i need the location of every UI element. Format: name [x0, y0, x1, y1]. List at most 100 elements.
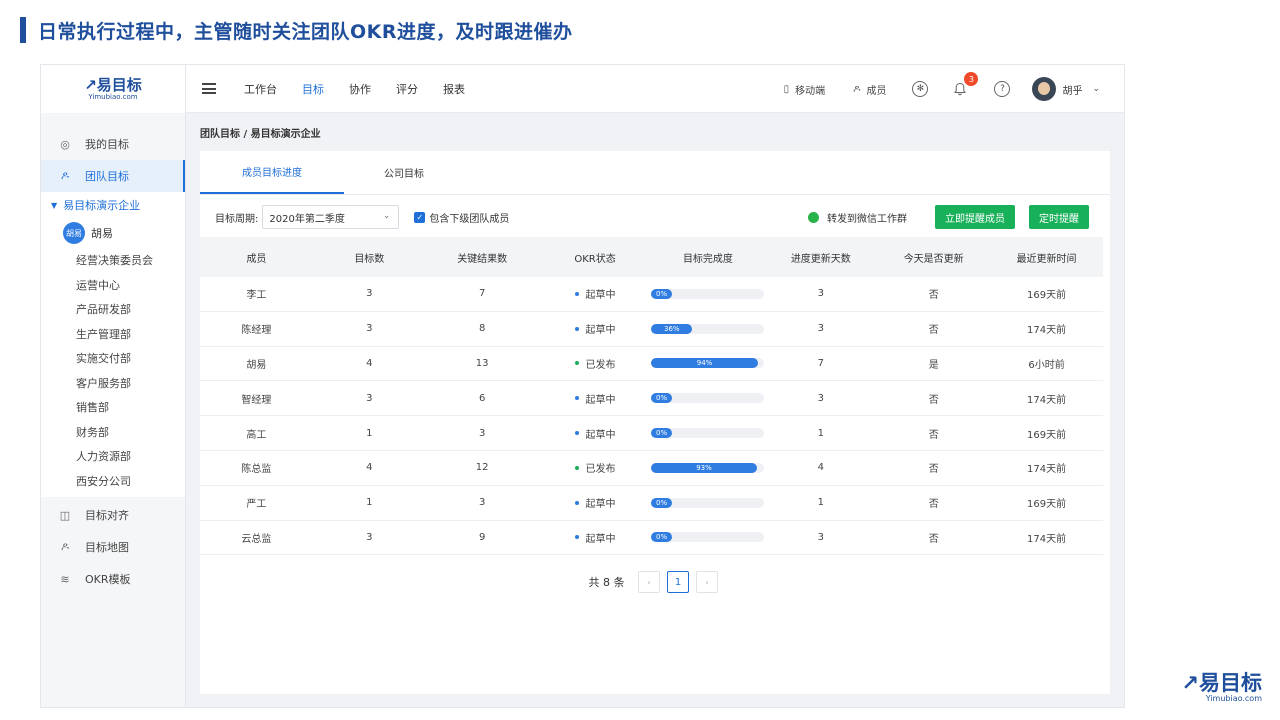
help-icon[interactable]: ? — [994, 81, 1011, 97]
cell-completion: 0% — [651, 497, 765, 508]
progress-fill: 93% — [651, 462, 757, 473]
next-page-button[interactable]: › — [696, 571, 718, 593]
aperture-icon[interactable]: ✻ — [912, 81, 929, 97]
status-text: 起草中 — [585, 325, 616, 337]
tree-root-label: 易目标演示企业 — [63, 199, 141, 212]
tab-company-goals[interactable]: 公司目标 — [344, 150, 464, 194]
col-header: 关键结果数 — [457, 253, 508, 265]
corner-logo-subtext: Yimubiao.com — [1205, 694, 1262, 703]
caret-down-icon[interactable]: ▼ — [51, 201, 57, 210]
dept-item[interactable]: 经营决策委员会 — [41, 248, 185, 273]
table-row[interactable]: 高工 1 3 起草中 0% 1 否 169天前 — [200, 416, 1103, 451]
corner-logo: ↗易目标 Yimubiao.com — [1181, 672, 1262, 704]
cell-member: 陈总监 — [241, 464, 272, 476]
include-subteams-label[interactable]: 包含下级团队成员 — [429, 210, 509, 225]
total-count: 共 8 条 — [588, 576, 625, 589]
tree-root-company[interactable]: ▼ 易目标演示企业 — [41, 192, 185, 218]
sidebar-item-label: OKR模板 — [85, 573, 131, 586]
members-link[interactable]: ዶ 成员 — [853, 82, 886, 97]
schedule-remind-button[interactable]: 定时提醒 — [1029, 205, 1089, 229]
page-button[interactable]: 1 — [667, 571, 689, 593]
pagination: 共 8 条 ‹ 1 › — [200, 571, 1110, 593]
cell-update-days: 1 — [817, 497, 825, 509]
status-text: 起草中 — [585, 394, 616, 406]
table-row[interactable]: 云总监 3 9 起草中 0% 3 否 174天前 — [200, 521, 1103, 556]
dept-item[interactable]: 实施交付部 — [41, 346, 185, 371]
target-icon: ◎ — [60, 137, 70, 151]
cell-okr-status: 起草中 — [539, 391, 652, 406]
prev-page-button[interactable]: ‹ — [638, 571, 660, 593]
cell-last-update: 169天前 — [1027, 429, 1067, 441]
chevron-down-icon: ⌄ — [382, 211, 391, 221]
col-header: 目标数 — [354, 253, 385, 265]
cell-okr-status: 起草中 — [539, 530, 652, 545]
dept-item[interactable]: 人力资源部 — [41, 444, 185, 469]
dept-item[interactable]: 运营中心 — [41, 273, 185, 298]
map-icon: ዶ — [60, 540, 70, 553]
cell-updated-today: 否 — [928, 429, 939, 441]
wechat-label: 转发到微信工作群 — [827, 213, 907, 225]
include-subteams-checkbox[interactable]: ✓ — [414, 211, 426, 223]
progress-bar: 93% — [651, 462, 765, 473]
main-card: 成员目标进度 公司目标 目标周期: 2020年第二季度 ⌄ ✓ 包含下级团队成员… — [200, 151, 1110, 694]
sidebar-item-okr-template[interactable]: ≋ OKR模板 — [41, 563, 185, 595]
table-row[interactable]: 智经理 3 6 起草中 0% 3 否 174天前 — [200, 381, 1103, 417]
sidebar-item-team-goals[interactable]: ዶ 团队目标 — [41, 160, 185, 192]
sidebar-item-goal-map[interactable]: ዶ 目标地图 — [41, 531, 185, 563]
tab-goals[interactable]: 目标 — [302, 81, 324, 97]
cell-completion: 0% — [651, 532, 765, 543]
dept-item[interactable]: 生产管理部 — [41, 322, 185, 347]
cell-last-update: 174天前 — [1027, 464, 1067, 476]
status-dot — [574, 465, 579, 470]
period-select[interactable]: 2020年第二季度 ⌄ — [262, 205, 400, 229]
dept-item[interactable]: 西安分公司 — [41, 469, 185, 494]
app-logo[interactable]: ↗易目标 Yimubiao.com — [41, 65, 185, 113]
bell-icon[interactable]: 3 — [952, 72, 979, 97]
tab-scoring[interactable]: 评分 — [396, 81, 418, 97]
progress-bar: 0% — [651, 497, 765, 508]
progress-fill: 0% — [651, 428, 672, 439]
sidebar-item-my-goals[interactable]: ◎ 我的目标 — [41, 128, 185, 160]
dept-item[interactable]: 客户服务部 — [41, 371, 185, 396]
cell-updated-today: 是 — [928, 359, 939, 371]
table-row[interactable]: 严工 1 3 起草中 0% 1 否 169天前 — [200, 486, 1103, 521]
cell-objectives: 3 — [366, 531, 373, 543]
tab-collaboration[interactable]: 协作 — [349, 81, 371, 97]
table-row[interactable]: 胡易 4 13 已发布 94% 7 是 6小时前 — [200, 347, 1103, 382]
table-row[interactable]: 陈总监 4 12 已发布 93% 4 否 174天前 — [200, 451, 1103, 486]
tree-user-name: 胡易 — [91, 227, 113, 240]
table-row[interactable]: 陈经理 3 8 起草中 36% 3 否 174天前 — [200, 312, 1103, 347]
sidebar-item-goal-alignment[interactable]: ◫ 目标对齐 — [41, 499, 185, 531]
progress-bar: 0% — [651, 288, 765, 299]
user-menu[interactable]: 胡乎 ⌄ — [1032, 77, 1100, 101]
status-text: 起草中 — [585, 533, 616, 545]
cell-completion: 36% — [651, 323, 765, 334]
tab-member-progress[interactable]: 成员目标进度 — [200, 150, 344, 194]
mobile-link[interactable]: ▯ 移动端 — [784, 82, 826, 97]
filter-actions: 转发到微信工作群 立即提醒成员 定时提醒 — [808, 205, 1089, 229]
notification-badge: 3 — [964, 72, 979, 86]
cell-completion: 0% — [651, 288, 765, 299]
tree-user[interactable]: 胡易 胡易 — [41, 218, 185, 248]
table-row[interactable]: 李工 3 7 起草中 0% 3 否 169天前 — [200, 277, 1103, 312]
cell-okr-status: 起草中 — [539, 321, 652, 336]
status-text: 起草中 — [585, 290, 616, 302]
tab-reports[interactable]: 报表 — [443, 81, 465, 97]
table-body: 李工 3 7 起草中 0% 3 否 169天前 陈经理 3 8 起草中 36% 3 否 174天前 胡易 4 13 已… — [200, 277, 1103, 556]
team-icon: ዶ — [60, 169, 70, 182]
col-header: 目标完成度 — [682, 253, 733, 265]
dept-item[interactable]: 产品研发部 — [41, 297, 185, 322]
cell-updated-today: 否 — [928, 394, 939, 406]
status-dot — [574, 535, 579, 540]
cell-member: 云总监 — [241, 533, 272, 545]
remind-now-button[interactable]: 立即提醒成员 — [935, 205, 1015, 229]
logo-subtext: Yimubiao.com — [88, 93, 138, 101]
wechat-forward[interactable]: 转发到微信工作群 — [808, 210, 907, 225]
app-window: ↗易目标 Yimubiao.com ◎ 我的目标 ዶ 团队目标 ▼ 易目标演示企… — [40, 64, 1125, 708]
progress-bar: 0% — [651, 428, 765, 439]
dept-item[interactable]: 财务部 — [41, 420, 185, 445]
tab-workbench[interactable]: 工作台 — [244, 81, 277, 97]
cell-update-days: 7 — [817, 357, 825, 369]
menu-icon[interactable] — [202, 83, 216, 94]
dept-item[interactable]: 销售部 — [41, 395, 185, 420]
